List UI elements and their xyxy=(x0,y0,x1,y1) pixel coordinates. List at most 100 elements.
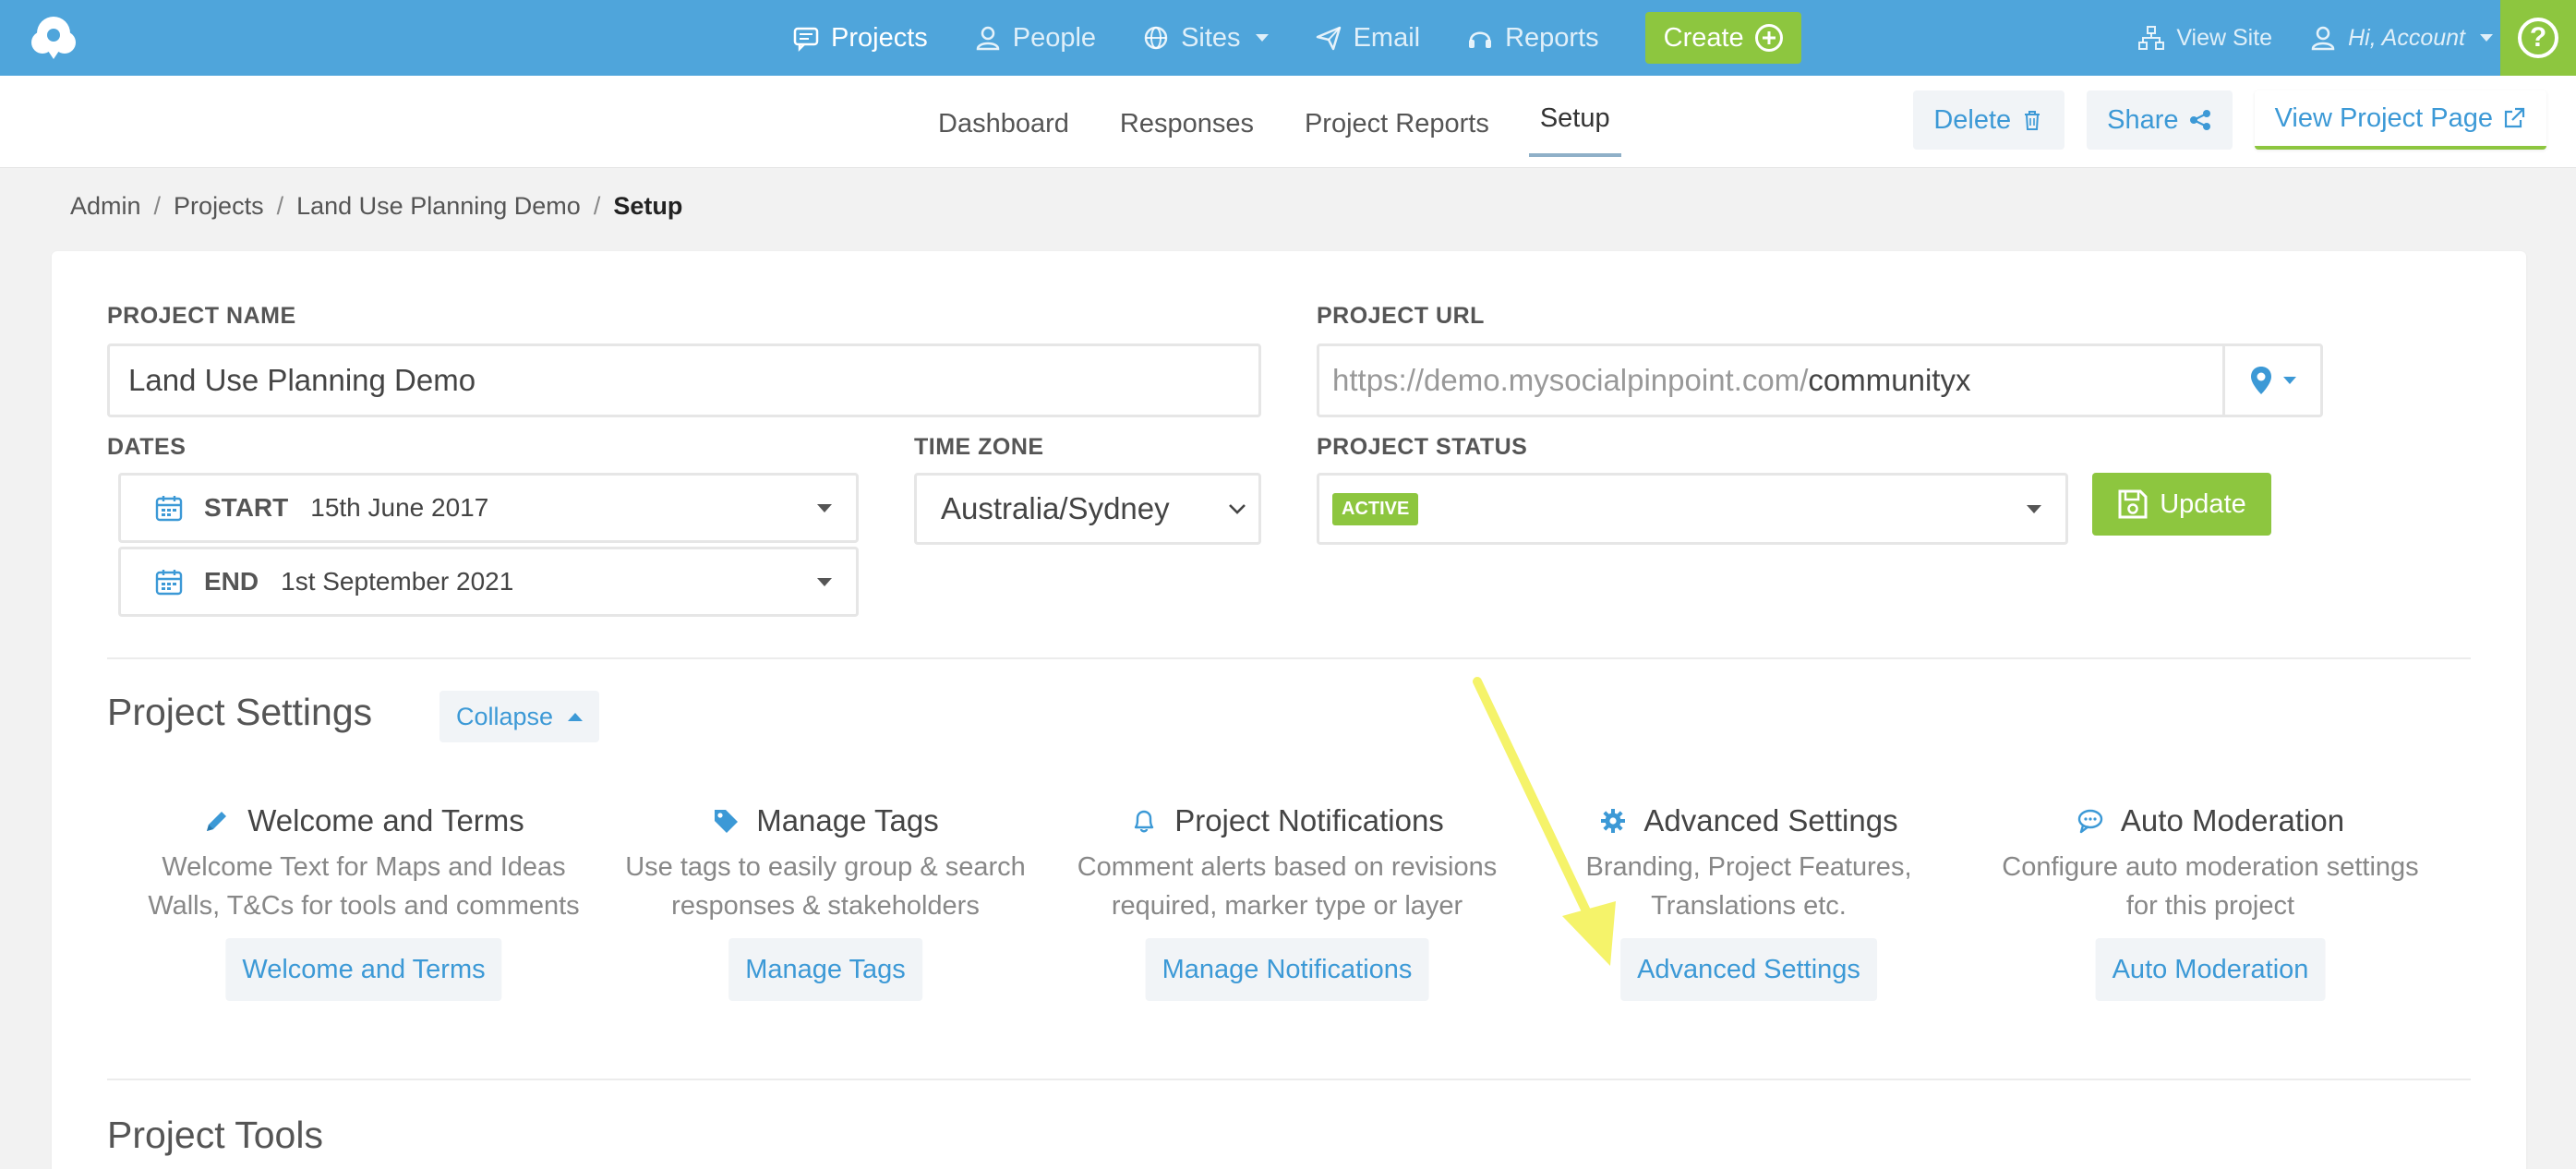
globe-icon xyxy=(1144,26,1168,50)
bell-icon xyxy=(1134,810,1154,833)
map-pin-dropdown[interactable] xyxy=(2222,346,2320,415)
plus-circle-icon xyxy=(1754,24,1783,52)
setting-description-line: Walls, T&Cs for tools and comments xyxy=(148,891,580,921)
share-button[interactable]: Share xyxy=(2087,90,2233,150)
manage-notifications-button[interactable]: Manage Notifications xyxy=(1145,938,1429,1001)
setting-description-line: Comment alerts based on revisions xyxy=(1077,852,1498,882)
advanced-settings-button[interactable]: Advanced Settings xyxy=(1620,938,1877,1001)
nav-reports-label: Reports xyxy=(1505,22,1599,53)
social-pinpoint-logo-icon[interactable] xyxy=(24,11,83,65)
end-date-value: 1st September 2021 xyxy=(281,567,514,596)
time-zone-select[interactable]: Australia/Sydney xyxy=(914,473,1261,545)
setting-description: Configure auto moderation settings for t… xyxy=(1980,848,2441,925)
project-status-label: PROJECT STATUS xyxy=(1317,434,1528,460)
setting-description-line: Configure auto moderation settings xyxy=(2002,852,2419,882)
manage-tags-button[interactable]: Manage Tags xyxy=(728,938,922,1001)
floppy-disk-icon xyxy=(2118,489,2148,519)
setting-description: Use tags to easily group & search respon… xyxy=(595,848,1056,925)
breadcrumb-separator: / xyxy=(593,192,601,220)
account-menu[interactable]: Hi, Account xyxy=(2309,24,2493,52)
setting-description: Comment alerts based on revisions requir… xyxy=(1056,848,1518,925)
setting-title: Advanced Settings xyxy=(1643,803,1898,838)
tab-setup[interactable]: Setup xyxy=(1528,76,1621,157)
tab-responses[interactable]: Responses xyxy=(1120,76,1254,168)
send-icon xyxy=(1316,26,1341,51)
nav-projects[interactable]: Projects xyxy=(792,23,928,54)
section-divider xyxy=(107,1079,2471,1080)
setting-title: Project Notifications xyxy=(1174,803,1444,838)
chevron-down-icon xyxy=(2480,34,2493,42)
nav-email[interactable]: Email xyxy=(1315,22,1421,54)
tab-dashboard[interactable]: Dashboard xyxy=(938,76,1069,168)
create-button[interactable]: Create xyxy=(1644,12,1801,64)
start-date-picker[interactable]: START 15th June 2017 xyxy=(118,473,859,543)
create-button-label: Create xyxy=(1663,22,1744,53)
update-button-label: Update xyxy=(2160,488,2246,519)
setting-auto-moderation: Auto Moderation Configure auto moderatio… xyxy=(1980,798,2441,1001)
help-button[interactable]: ? xyxy=(2500,0,2576,76)
top-navigation-bar: Projects People Sites Email Reports Crea… xyxy=(0,0,2576,76)
setting-welcome-and-terms: Welcome and Terms Welcome Text for Maps … xyxy=(133,798,595,1001)
end-date-picker[interactable]: END 1st September 2021 xyxy=(118,547,859,617)
chat-icon xyxy=(793,27,819,52)
nav-email-label: Email xyxy=(1353,22,1421,53)
setting-description-line: Use tags to easily group & search xyxy=(625,852,1026,882)
tab-project-reports[interactable]: Project Reports xyxy=(1305,76,1489,168)
collapse-button-label: Collapse xyxy=(456,702,554,730)
end-label: END xyxy=(204,567,259,596)
setting-title: Auto Moderation xyxy=(2120,803,2345,838)
project-name-input[interactable]: Land Use Planning Demo xyxy=(107,343,1261,417)
project-settings-title: Project Settings xyxy=(107,691,373,733)
status-badge: ACTIVE xyxy=(1332,492,1419,525)
auto-moderation-button[interactable]: Auto Moderation xyxy=(2095,938,2326,1001)
collapse-button[interactable]: Collapse xyxy=(439,691,600,742)
breadcrumb-projects[interactable]: Projects xyxy=(174,192,264,221)
nav-sites[interactable]: Sites xyxy=(1142,23,1269,54)
project-status-select[interactable]: ACTIVE xyxy=(1317,473,2068,545)
chevron-down-icon xyxy=(1229,504,1246,514)
headset-icon xyxy=(1469,31,1492,48)
chevron-down-icon xyxy=(2027,505,2041,513)
project-name-value: Land Use Planning Demo xyxy=(128,363,476,397)
view-site-label: View Site xyxy=(2176,24,2273,51)
project-tools-title: Project Tools xyxy=(107,1114,323,1156)
view-project-page-button[interactable]: View Project Page xyxy=(2254,90,2546,150)
welcome-and-terms-button[interactable]: Welcome and Terms xyxy=(225,938,502,1001)
trash-icon xyxy=(2025,111,2040,130)
view-site-link[interactable]: View Site xyxy=(2137,24,2272,52)
nav-reports[interactable]: Reports xyxy=(1466,23,1599,54)
chevron-down-icon xyxy=(2282,377,2296,384)
breadcrumb: Admin / Projects / Land Use Planning Dem… xyxy=(70,192,682,221)
time-zone-value: Australia/Sydney xyxy=(941,491,1170,525)
setting-description-line: Welcome Text for Maps and Ideas xyxy=(162,852,566,882)
calendar-icon xyxy=(155,496,183,522)
chevron-up-icon xyxy=(568,712,584,721)
project-setup-card: PROJECT NAME Land Use Planning Demo PROJ… xyxy=(52,251,2526,1169)
update-button[interactable]: Update xyxy=(2092,473,2271,536)
chevron-down-icon xyxy=(817,504,832,512)
setting-description-line: required, marker type or layer xyxy=(1111,891,1463,921)
breadcrumb-project[interactable]: Land Use Planning Demo xyxy=(296,192,581,221)
setting-title: Welcome and Terms xyxy=(247,803,524,838)
external-link-icon xyxy=(2504,107,2525,128)
nav-projects-label: Projects xyxy=(831,22,928,53)
delete-button[interactable]: Delete xyxy=(1913,90,2065,150)
section-divider xyxy=(107,657,2471,659)
breadcrumb-current: Setup xyxy=(613,192,683,220)
setting-manage-tags: Manage Tags Use tags to easily group & s… xyxy=(595,798,1056,1001)
breadcrumb-separator: / xyxy=(276,192,284,220)
chevron-down-icon xyxy=(1255,34,1269,42)
nav-people[interactable]: People xyxy=(974,23,1096,54)
pencil-icon xyxy=(207,812,227,831)
setting-description: Welcome Text for Maps and Ideas Walls, T… xyxy=(133,848,595,925)
project-name-label: PROJECT NAME xyxy=(107,303,296,329)
breadcrumb-admin[interactable]: Admin xyxy=(70,192,141,221)
sitemap-icon xyxy=(2138,26,2165,50)
question-mark-icon: ? xyxy=(2518,18,2558,58)
setting-description-line: responses & stakeholders xyxy=(671,891,980,921)
account-label: Hi, Account xyxy=(2348,24,2465,51)
project-subnav: Dashboard Responses Project Reports Setu… xyxy=(0,76,2576,168)
project-url-prefix: https://demo.mysocialpinpoint.com/ xyxy=(1332,363,1809,397)
project-url-input[interactable]: https://demo.mysocialpinpoint.com/commun… xyxy=(1317,343,2323,417)
setting-description-line: for this project xyxy=(2125,891,2295,921)
